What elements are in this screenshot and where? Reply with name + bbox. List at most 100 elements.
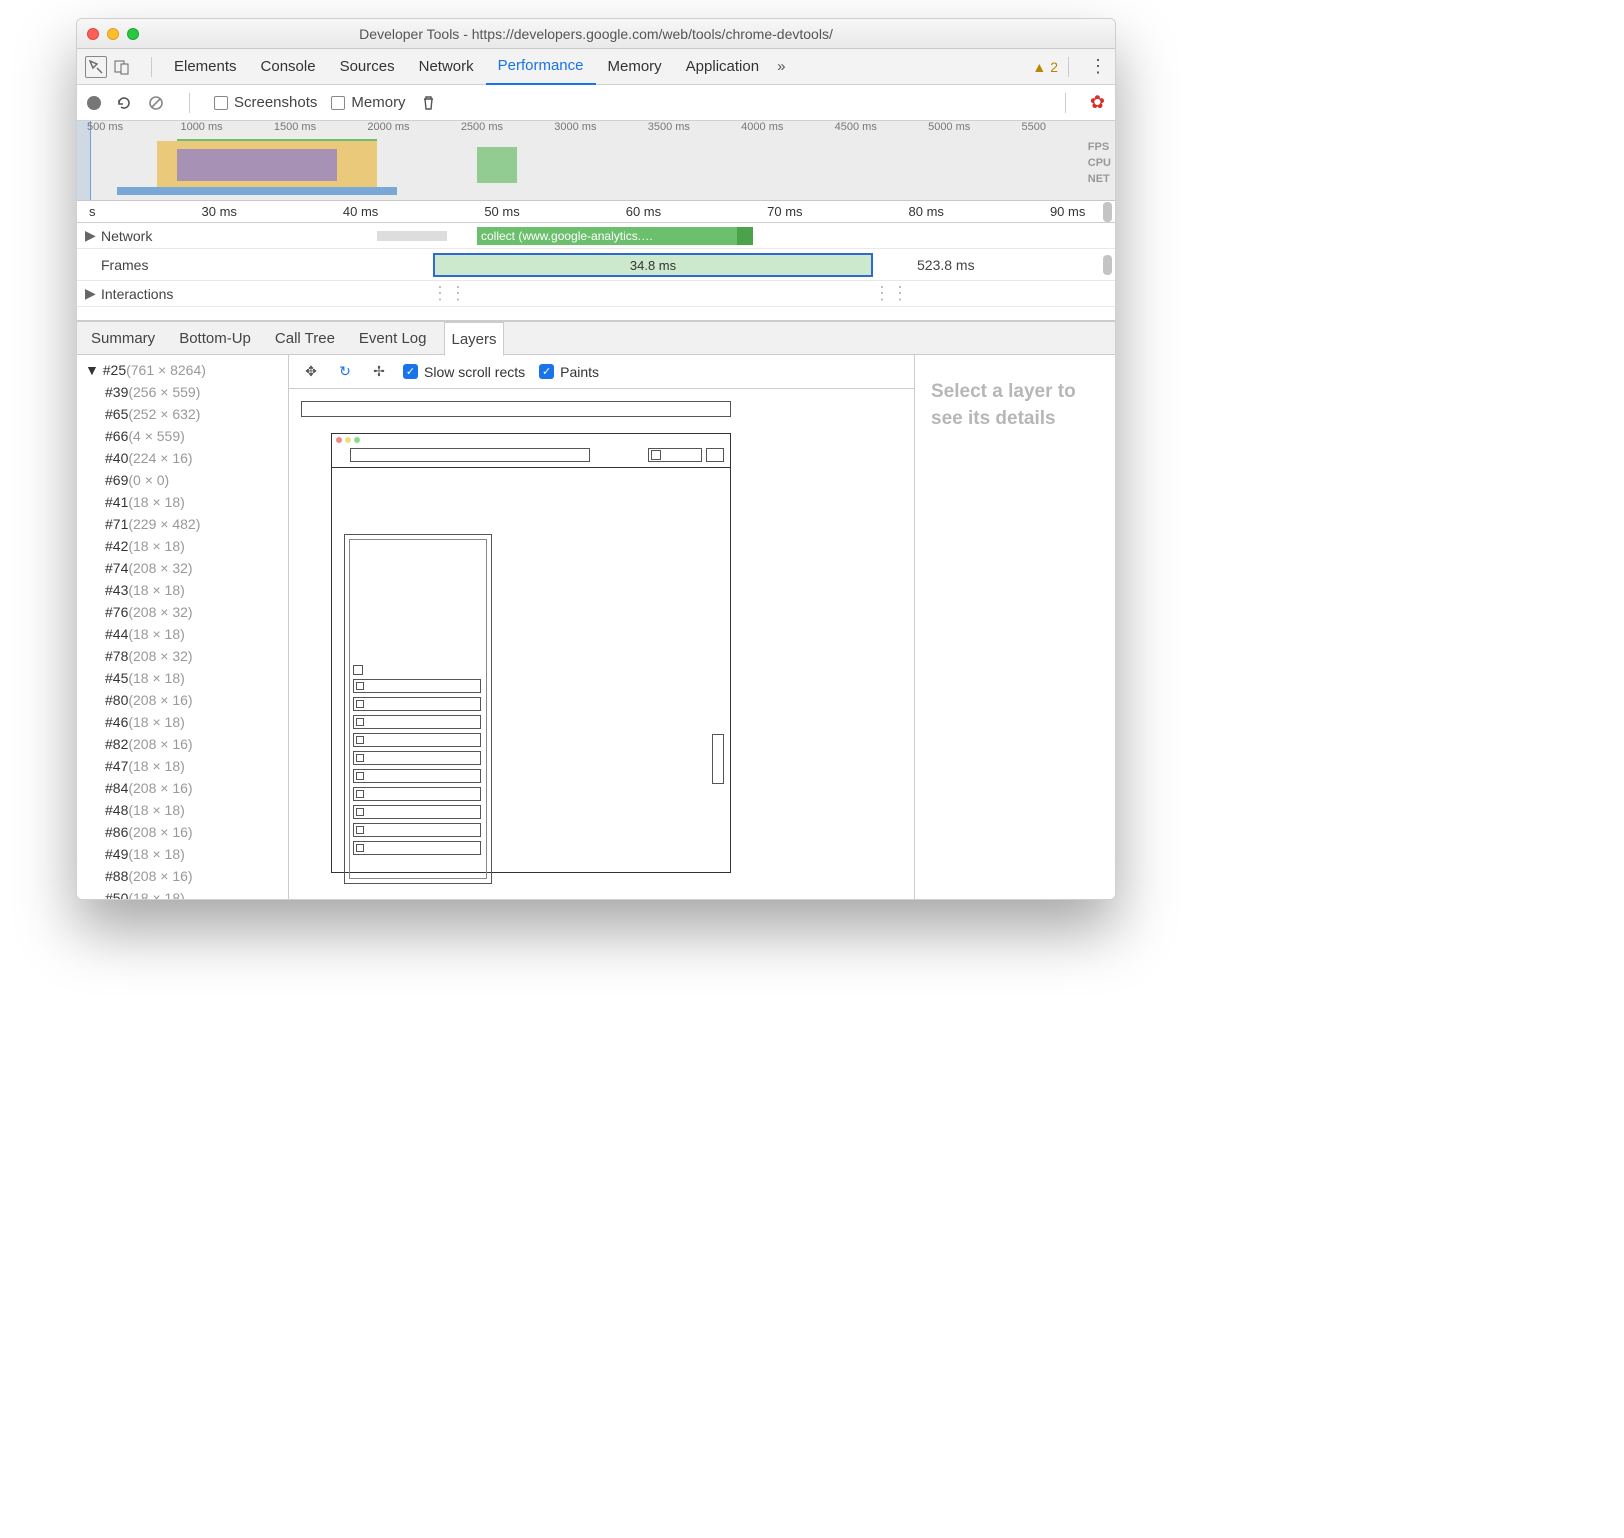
- inspect-element-icon[interactable]: [85, 56, 107, 78]
- layer-tree-item[interactable]: #45(18 × 18): [77, 667, 288, 689]
- layer-tree-item[interactable]: #88(208 × 16): [77, 865, 288, 887]
- layer-tree-item[interactable]: #50(18 × 18): [77, 887, 288, 899]
- reset-view-icon[interactable]: ✢: [369, 362, 389, 382]
- layer-rect: [353, 823, 481, 837]
- tab-elements[interactable]: Elements: [162, 49, 249, 85]
- paints-checkbox[interactable]: ✓ Paints: [539, 364, 599, 380]
- details-tabs: Summary Bottom-Up Call Tree Event Log Layers: [77, 321, 1115, 355]
- layer-tree-item[interactable]: #44(18 × 18): [77, 623, 288, 645]
- layer-tree-item[interactable]: #46(18 × 18): [77, 711, 288, 733]
- clear-icon[interactable]: [147, 94, 165, 112]
- layer-rect: [332, 434, 730, 468]
- layer-tree-item[interactable]: #86(208 × 16): [77, 821, 288, 843]
- tab-bottom-up[interactable]: Bottom-Up: [173, 321, 257, 355]
- warnings-badge[interactable]: ▲ 2: [1032, 59, 1058, 75]
- window-title: Developer Tools - https://developers.goo…: [77, 26, 1115, 42]
- checked-icon: ✓: [539, 364, 554, 379]
- layer-tree-item[interactable]: #66(4 × 559): [77, 425, 288, 447]
- device-toggle-icon[interactable]: [111, 56, 133, 78]
- cpu-activity: [177, 149, 337, 181]
- layer-rect[interactable]: [344, 534, 492, 884]
- layer-tree-item[interactable]: #39(256 × 559): [77, 381, 288, 403]
- tab-summary[interactable]: Summary: [85, 321, 161, 355]
- layer-rect: [353, 805, 481, 819]
- layer-rect: [353, 697, 481, 711]
- layer-tree-item[interactable]: #80(208 × 16): [77, 689, 288, 711]
- tab-event-log[interactable]: Event Log: [353, 321, 433, 355]
- layer-rect: [353, 751, 481, 765]
- layer-tree-item[interactable]: #69(0 × 0): [77, 469, 288, 491]
- traffic-lights: [87, 28, 139, 40]
- scrollbar-thumb[interactable]: [1103, 255, 1112, 275]
- tab-network[interactable]: Network: [407, 49, 486, 85]
- frame-bar-selected[interactable]: 34.8 ms: [433, 253, 873, 277]
- layer-canvas[interactable]: [289, 389, 914, 885]
- layer-tree-item[interactable]: #40(224 × 16): [77, 447, 288, 469]
- layer-tree-item[interactable]: #41(18 × 18): [77, 491, 288, 513]
- layer-tree-item[interactable]: #65(252 × 632): [77, 403, 288, 425]
- overview-strip[interactable]: 500 ms1000 ms1500 ms2000 ms2500 ms3000 m…: [77, 121, 1115, 201]
- layer-tree-item[interactable]: #48(18 × 18): [77, 799, 288, 821]
- layer-tree-item[interactable]: #71(229 × 482): [77, 513, 288, 535]
- separator: [151, 57, 152, 77]
- minimize-icon[interactable]: [107, 28, 119, 40]
- layer-detail-hint: Select a layer to see its details: [915, 355, 1115, 899]
- interactions-track[interactable]: ▶ Interactions ⋮⋮ ⋮⋮: [77, 281, 1115, 307]
- layer-rect: [353, 679, 481, 693]
- layer-tree-item[interactable]: ▼ #25(761 × 8264): [77, 359, 288, 381]
- disclosure-icon[interactable]: ▶: [85, 285, 95, 302]
- reload-icon[interactable]: [115, 94, 133, 112]
- tab-layers[interactable]: Layers: [444, 322, 503, 356]
- slow-scroll-checkbox[interactable]: ✓ Slow scroll rects: [403, 364, 525, 380]
- layer-tree-item[interactable]: #47(18 × 18): [77, 755, 288, 777]
- tab-console[interactable]: Console: [249, 49, 328, 85]
- screenshots-checkbox[interactable]: Screenshots: [214, 94, 317, 111]
- request-bar: [377, 231, 447, 241]
- scrollbar-thumb[interactable]: [1103, 202, 1112, 222]
- request-bar[interactable]: collect (www.google-analytics.…: [477, 227, 737, 245]
- disclosure-icon[interactable]: ▶: [85, 227, 95, 244]
- pan-icon[interactable]: ✥: [301, 362, 321, 382]
- network-track[interactable]: ▶ Network collect (www.google-analytics.…: [77, 223, 1115, 249]
- layer-tree-item[interactable]: #42(18 × 18): [77, 535, 288, 557]
- more-tabs-icon[interactable]: »: [777, 58, 785, 75]
- tab-sources[interactable]: Sources: [328, 49, 407, 85]
- layer-tree-item[interactable]: #76(208 × 32): [77, 601, 288, 623]
- fps-activity: [177, 139, 377, 149]
- tab-performance[interactable]: Performance: [486, 49, 596, 85]
- tab-call-tree[interactable]: Call Tree: [269, 321, 341, 355]
- tab-memory[interactable]: Memory: [596, 49, 674, 85]
- trash-icon[interactable]: [420, 94, 438, 112]
- layer-rect[interactable]: [331, 433, 731, 873]
- layer-tree-item[interactable]: #84(208 × 16): [77, 777, 288, 799]
- layer-rect: [712, 734, 724, 784]
- rotate-icon[interactable]: ↻: [335, 362, 355, 382]
- activity-spike: [477, 147, 517, 183]
- layer-rect[interactable]: [301, 401, 731, 417]
- layer-rect: [353, 769, 481, 783]
- record-button[interactable]: [87, 96, 101, 110]
- memory-checkbox[interactable]: Memory: [331, 94, 405, 111]
- layer-tree-item[interactable]: #82(208 × 16): [77, 733, 288, 755]
- frames-track[interactable]: ▶ Frames 34.8 ms 523.8 ms: [77, 249, 1115, 281]
- layer-tree-item[interactable]: #78(208 × 32): [77, 645, 288, 667]
- layer-tree-item[interactable]: #74(208 × 32): [77, 557, 288, 579]
- layer-rect: [353, 665, 363, 675]
- empty-track: [77, 307, 1115, 321]
- layer-tree-item[interactable]: #49(18 × 18): [77, 843, 288, 865]
- kebab-menu-icon[interactable]: ⋮: [1089, 56, 1107, 77]
- drag-handle-icon[interactable]: ⋮⋮: [873, 283, 909, 304]
- settings-gear-icon[interactable]: ✿: [1090, 92, 1105, 113]
- close-icon[interactable]: [87, 28, 99, 40]
- separator: [1068, 57, 1069, 77]
- tab-application[interactable]: Application: [674, 49, 771, 85]
- layer-tree[interactable]: ▼ #25(761 × 8264)#39(256 × 559)#65(252 ×…: [77, 355, 289, 899]
- timeline-ruler[interactable]: s 30 ms 40 ms 50 ms 60 ms 70 ms 80 ms 90…: [77, 201, 1115, 223]
- layers-viewport[interactable]: ✥ ↻ ✢ ✓ Slow scroll rects ✓ Paints: [289, 355, 915, 899]
- drag-handle-icon[interactable]: ⋮⋮: [431, 283, 467, 304]
- zoom-icon[interactable]: [127, 28, 139, 40]
- main-tabs: ElementsConsoleSourcesNetworkPerformance…: [77, 49, 1115, 85]
- overview-side-labels: FPSCPUNET: [1088, 141, 1111, 185]
- layer-tree-item[interactable]: #43(18 × 18): [77, 579, 288, 601]
- warning-icon: ▲: [1032, 59, 1046, 75]
